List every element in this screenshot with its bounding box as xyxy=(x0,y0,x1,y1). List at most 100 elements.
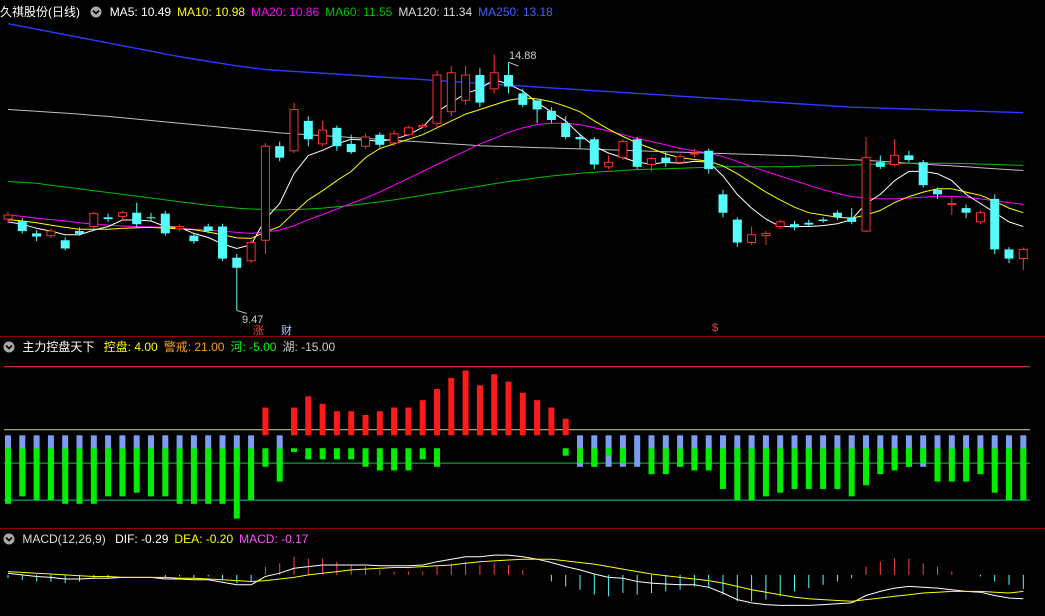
green-bar xyxy=(820,448,827,489)
green-bar xyxy=(863,448,869,486)
stock-chart-canvas[interactable] xyxy=(0,0,1045,616)
green-bar xyxy=(419,448,426,460)
green-bar xyxy=(133,448,140,493)
green-bar xyxy=(905,448,912,467)
macd-indicator-value: MACD: -0.17 xyxy=(239,532,309,546)
red-bar xyxy=(391,407,398,436)
candle-body xyxy=(618,141,628,159)
green-bar xyxy=(105,448,112,497)
red-bar xyxy=(548,407,555,436)
green-bar xyxy=(920,448,927,464)
candle-body xyxy=(1018,248,1028,260)
candle-body xyxy=(246,242,256,262)
candle-body xyxy=(32,233,42,237)
candle-body xyxy=(804,222,814,225)
candle-body xyxy=(675,156,685,163)
macd-indicator-value: DIF: -0.29 xyxy=(115,532,169,546)
green-bar xyxy=(76,448,83,504)
candle-body xyxy=(461,74,471,101)
candle-body xyxy=(303,120,313,140)
high-price-label: 14.88 xyxy=(509,50,537,62)
green-bar xyxy=(948,448,955,482)
chevron-down-icon[interactable] xyxy=(90,6,102,18)
candle-body xyxy=(904,155,914,160)
candle-body xyxy=(346,143,356,153)
candle-body xyxy=(446,72,456,113)
green-bar xyxy=(205,448,212,504)
red-bar xyxy=(448,377,455,436)
green-bar xyxy=(376,448,383,471)
candle-body xyxy=(275,146,285,158)
candle-body xyxy=(704,150,714,170)
candle-body xyxy=(875,162,885,167)
chevron-down-icon[interactable] xyxy=(3,533,15,545)
candle-body xyxy=(1004,249,1014,259)
panel-separator xyxy=(0,528,1045,529)
event-marker[interactable]: $ xyxy=(712,322,718,334)
candle-body xyxy=(589,139,599,165)
red-bar xyxy=(519,392,526,436)
candle-body xyxy=(961,208,971,213)
candle-body xyxy=(504,75,513,87)
candle-body xyxy=(790,224,799,228)
candle-body xyxy=(489,72,499,90)
green-bar xyxy=(720,448,726,489)
green-bar xyxy=(891,448,898,471)
high-pointer xyxy=(508,61,519,67)
candle-body xyxy=(532,100,542,110)
red-bar xyxy=(333,411,340,436)
green-bar xyxy=(305,448,312,460)
green-bar xyxy=(5,448,11,504)
candle-body xyxy=(689,152,699,155)
red-bar xyxy=(462,370,469,436)
candle-body xyxy=(818,219,828,221)
candle-body xyxy=(189,235,199,242)
red-bar xyxy=(419,400,426,436)
candle-body xyxy=(775,221,785,227)
ma20-line xyxy=(7,122,1024,234)
candle-body xyxy=(604,161,614,168)
green-bar xyxy=(677,448,684,467)
event-marker[interactable]: 涨 xyxy=(253,322,264,338)
red-bar xyxy=(491,374,498,436)
low-pointer xyxy=(236,309,247,314)
green-bar xyxy=(62,448,69,504)
candle-body xyxy=(361,136,370,147)
sub-legend: 主力控盘天下 控盘: 4.00 警戒: 21.00 河: -5.00 湖: -15.0… xyxy=(0,339,347,355)
candle-body xyxy=(575,137,585,140)
green-bar xyxy=(47,448,54,501)
candle-body xyxy=(103,217,113,220)
green-bar xyxy=(362,448,369,467)
candle-body xyxy=(17,220,27,232)
candle-body xyxy=(761,232,771,237)
candle-body xyxy=(46,230,56,237)
candle-body xyxy=(260,145,270,241)
green-bar xyxy=(705,448,712,471)
indicator-value: 警戒: 21.00 xyxy=(163,340,225,354)
main-legend: 久祺股份(日线) MA5: 10.49 MA10: 10.98 MA20: 10.8… xyxy=(0,4,565,20)
red-bar xyxy=(476,385,483,436)
green-bar xyxy=(33,448,40,501)
candle-body xyxy=(432,74,442,124)
green-bar xyxy=(148,448,154,497)
green-bar xyxy=(834,448,841,489)
green-bar xyxy=(405,448,412,471)
green-bar xyxy=(562,448,569,456)
candle-body xyxy=(647,158,656,166)
event-marker[interactable]: 财 xyxy=(281,322,292,338)
candle-body xyxy=(160,213,170,234)
macd-title: MACD(12,26,9) xyxy=(22,532,106,546)
candle-body xyxy=(132,212,142,225)
stock-title: 久祺股份(日线) xyxy=(0,5,80,19)
candle-body xyxy=(918,162,928,186)
candle-body xyxy=(75,231,84,234)
red-bar xyxy=(348,411,355,436)
ma-indicator-value: MA20: 10.86 xyxy=(251,5,320,19)
chevron-down-icon[interactable] xyxy=(3,341,15,353)
candle-body xyxy=(60,240,70,249)
candle-body xyxy=(146,217,156,219)
candle-body xyxy=(990,198,1000,250)
candle-body xyxy=(117,212,127,217)
red-bar xyxy=(305,396,312,436)
green-bar xyxy=(233,448,240,519)
